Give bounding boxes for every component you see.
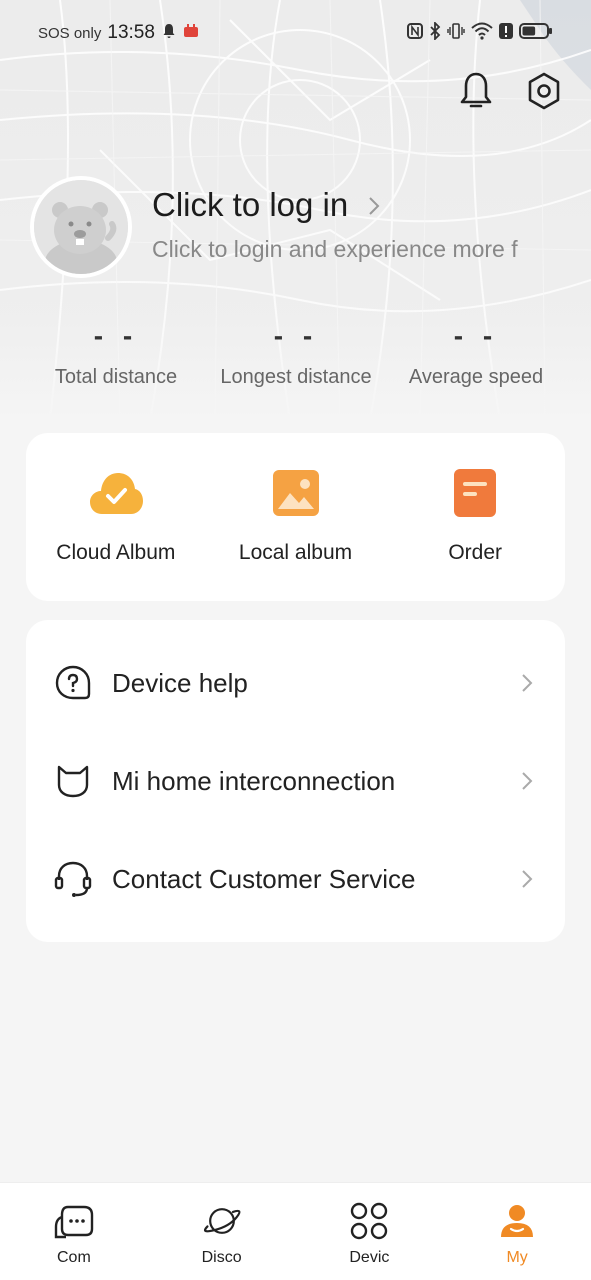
quick-label: Cloud Album — [56, 541, 176, 564]
cloud-check-icon — [88, 467, 144, 519]
cloud-album-button[interactable]: Cloud Album — [26, 433, 206, 601]
nav-label: My — [506, 1249, 528, 1266]
settings-hexagon-icon[interactable] — [525, 70, 563, 112]
question-bubble-icon — [54, 664, 92, 702]
menu-label: Device help — [112, 667, 248, 698]
stat-longest-distance: - - Longest distance — [206, 320, 386, 389]
nav-tab-discover[interactable]: Disco — [148, 1183, 296, 1280]
stat-label: Total distance — [54, 366, 178, 388]
stat-value: - - — [273, 320, 319, 351]
avatar[interactable] — [30, 176, 132, 278]
stat-label: Longest distance — [220, 366, 372, 388]
order-document-icon — [447, 467, 503, 519]
carrier-text: SOS only — [38, 24, 102, 42]
nav-tab-devices[interactable]: Devic — [296, 1183, 444, 1280]
notification-bell-icon[interactable] — [457, 70, 495, 112]
nav-tab-community[interactable]: Com — [0, 1183, 148, 1280]
nfc-icon — [407, 23, 423, 43]
menu-item-device-help[interactable]: Device help — [26, 634, 565, 732]
stat-average-speed: - - Average speed — [386, 320, 566, 389]
devices-grid-icon — [349, 1201, 389, 1241]
nav-tab-my[interactable]: My — [443, 1183, 591, 1280]
app-notification-icon — [183, 24, 199, 42]
bottom-navigation: Com Disco Devic My — [0, 1182, 591, 1280]
bell-icon — [161, 23, 177, 43]
login-subtitle: Click to login and experience more f — [152, 236, 518, 262]
chevron-right-icon — [519, 770, 535, 792]
quick-actions-card: Cloud Album Local album Order — [26, 433, 565, 601]
login-link[interactable]: Click to log in — [152, 186, 380, 224]
alert-icon — [499, 23, 513, 43]
login-title: Click to log in — [152, 186, 349, 223]
ride-stats: - - Total distance - - Longest distance … — [26, 320, 566, 389]
menu-card: Device help Mi home interconnection Cont… — [26, 620, 565, 942]
clock-time: 13:58 — [107, 22, 155, 43]
community-chat-icon — [54, 1201, 94, 1241]
order-button[interactable]: Order — [385, 433, 565, 601]
quick-label: Local album — [238, 541, 353, 564]
chevron-right-icon — [368, 186, 380, 224]
menu-item-customer-service[interactable]: Contact Customer Service — [26, 830, 565, 928]
vibrate-icon — [447, 22, 465, 44]
quick-label: Order — [448, 541, 503, 564]
menu-label: Mi home interconnection — [112, 765, 396, 796]
nav-label: Com — [56, 1249, 91, 1266]
mi-home-icon — [54, 762, 92, 800]
bluetooth-icon — [429, 20, 441, 44]
nav-label: Disco — [201, 1249, 242, 1266]
person-icon — [497, 1201, 537, 1241]
menu-item-mi-home[interactable]: Mi home interconnection — [26, 732, 565, 830]
local-album-button[interactable]: Local album — [206, 433, 386, 601]
battery-icon — [519, 22, 553, 44]
stat-value: - - — [453, 320, 499, 351]
header-actions — [457, 70, 563, 112]
status-bar: SOS only 13:58 — [0, 0, 591, 66]
wifi-icon — [471, 22, 493, 44]
nav-label: Devic — [349, 1249, 390, 1266]
profile-section[interactable]: Click to log in Click to login and exper… — [30, 176, 570, 280]
planet-icon — [202, 1201, 242, 1241]
stat-value: - - — [93, 320, 139, 351]
image-icon — [268, 467, 324, 519]
headset-icon — [54, 860, 92, 898]
chevron-right-icon — [519, 868, 535, 890]
stat-total-distance: - - Total distance — [26, 320, 206, 389]
stat-label: Average speed — [408, 366, 544, 388]
menu-label: Contact Customer Service — [112, 863, 416, 894]
chevron-right-icon — [519, 672, 535, 694]
